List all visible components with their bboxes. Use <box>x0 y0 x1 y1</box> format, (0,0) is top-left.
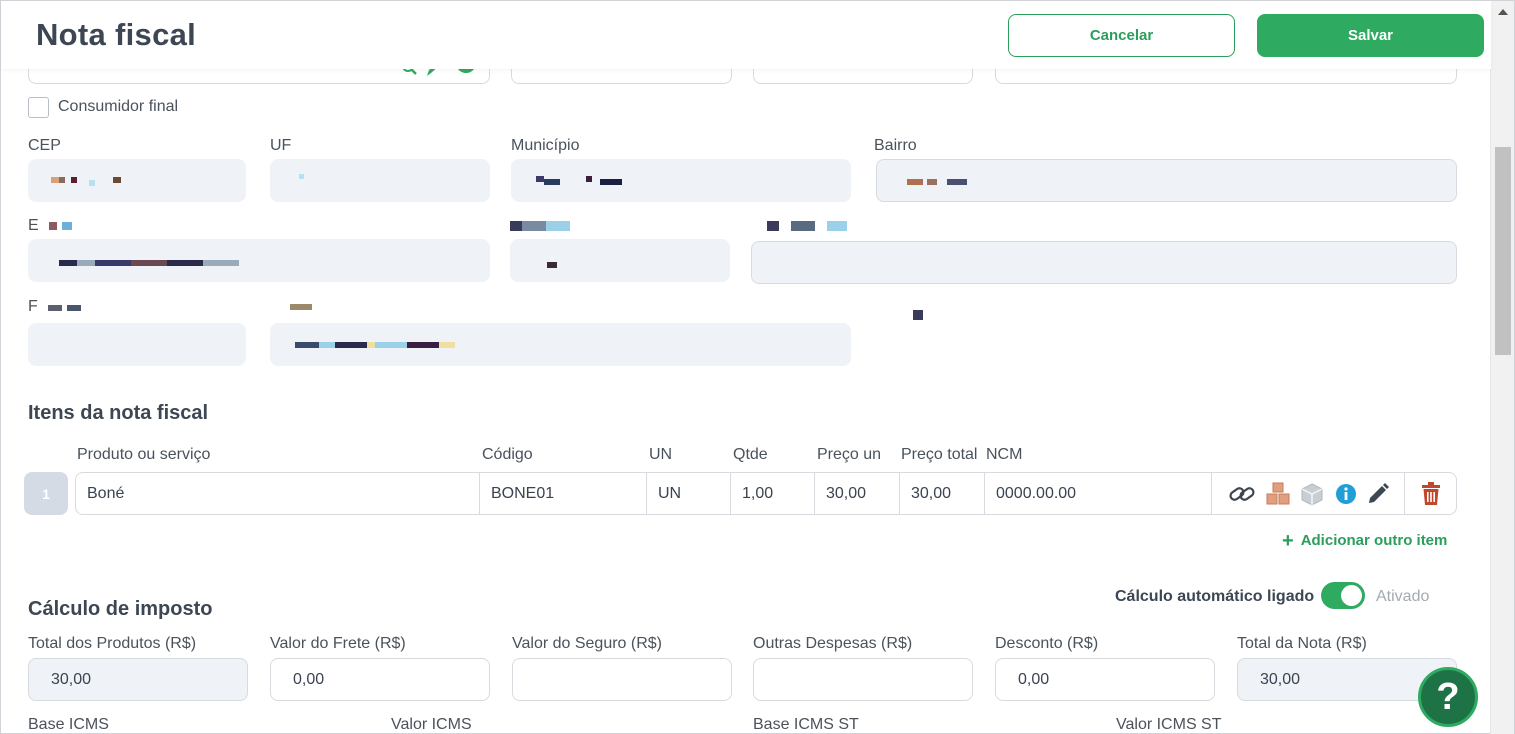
item-un-field[interactable]: UN <box>647 473 731 514</box>
valor-seguro-field[interactable] <box>512 658 732 701</box>
desconto-label: Desconto (R$) <box>995 635 1099 652</box>
tax-section-title: Cálculo de imposto <box>28 598 213 620</box>
complemento-field[interactable] <box>751 241 1457 284</box>
outras-despesas-field[interactable] <box>753 658 973 701</box>
cep-field[interactable] <box>28 159 246 202</box>
phone-label-initial: F <box>28 298 38 315</box>
item-qtde-field[interactable]: 1,00 <box>731 473 815 514</box>
pencil-icon[interactable] <box>1365 481 1391 507</box>
cep-label: CEP <box>28 137 61 154</box>
outras-despesas-label: Outras Despesas (R$) <box>753 635 913 652</box>
page-header: Nota fiscal Cancelar Salvar <box>1 1 1491 69</box>
add-item-button[interactable]: + Adicionar outro item <box>1282 529 1448 552</box>
base-icms-label: Base ICMS <box>28 716 109 733</box>
municipio-label: Município <box>511 137 580 154</box>
valor-frete-label: Valor do Frete (R$) <box>270 635 406 652</box>
column-header-produto: Produto ou serviço <box>77 446 211 463</box>
total-produtos-field: 30,00 <box>28 658 248 701</box>
column-header-preco-un: Preço un <box>817 446 882 463</box>
items-section-title: Itens da nota fiscal <box>28 402 209 424</box>
scroll-thumb[interactable] <box>1495 147 1511 355</box>
item-row: Boné BONE01 UN 1,00 30,00 30,00 0000.00.… <box>75 472 1457 515</box>
page-title: Nota fiscal <box>36 17 197 52</box>
column-header-qtde: Qtde <box>733 446 768 463</box>
valor-seguro-label: Valor do Seguro (R$) <box>512 635 662 652</box>
consumidor-final-label: Consumidor final <box>58 98 179 115</box>
info-icon[interactable] <box>1333 481 1359 507</box>
address-label-initial: E <box>28 217 39 234</box>
desconto-field[interactable]: 0,00 <box>995 658 1215 701</box>
boxes-icon[interactable] <box>1265 481 1291 507</box>
valor-frete-field[interactable]: 0,00 <box>270 658 490 701</box>
obscured-label <box>510 221 570 231</box>
phone-label: F <box>28 298 81 316</box>
endereco-field[interactable] <box>28 239 490 282</box>
scroll-up-arrow-icon[interactable] <box>1498 9 1508 15</box>
auto-calc-label: Cálculo automático ligado <box>1115 588 1315 605</box>
plus-icon: + <box>1282 529 1294 552</box>
add-item-label: Adicionar outro item <box>1300 532 1448 549</box>
auto-calc-toggle[interactable] <box>1321 582 1365 609</box>
cancel-button[interactable]: Cancelar <box>1008 14 1235 57</box>
toggle-knob <box>1341 585 1362 606</box>
obscured-mark <box>913 310 923 320</box>
bairro-field[interactable] <box>876 159 1457 202</box>
item-preco-un-field[interactable]: 30,00 <box>815 473 900 514</box>
save-button[interactable]: Salvar <box>1257 14 1484 57</box>
item-preco-total-field[interactable]: 30,00 <box>900 473 985 514</box>
obscured-label <box>767 221 847 231</box>
help-button[interactable]: ? <box>1418 667 1478 727</box>
obscured-label <box>290 304 312 310</box>
item-number-badge: 1 <box>24 472 68 515</box>
trash-icon[interactable] <box>1418 481 1444 507</box>
valor-icms-label: Valor ICMS <box>391 716 472 733</box>
column-header-un: UN <box>649 446 673 463</box>
item-ncm-field[interactable]: 0000.00.00 <box>985 473 1212 514</box>
vertical-scrollbar[interactable] <box>1490 1 1514 734</box>
consumidor-final-checkbox[interactable] <box>28 97 49 118</box>
base-icms-st-label: Base ICMS ST <box>753 716 859 733</box>
column-header-preco-total: Preço total <box>901 446 978 463</box>
municipio-field[interactable] <box>511 159 851 202</box>
address-label: E <box>28 217 72 235</box>
column-header-codigo: Código <box>482 446 533 463</box>
box-icon[interactable] <box>1299 481 1325 507</box>
valor-icms-st-label: Valor ICMS ST <box>1116 716 1222 733</box>
link-icon[interactable] <box>1229 481 1255 507</box>
column-header-ncm: NCM <box>986 446 1023 463</box>
item-codigo-field[interactable]: BONE01 <box>480 473 647 514</box>
total-produtos-label: Total dos Produtos (R$) <box>28 635 197 652</box>
bairro-label: Bairro <box>874 137 917 154</box>
item-produto-field[interactable]: Boné <box>76 473 480 514</box>
uf-label: UF <box>270 137 292 154</box>
telefone-field[interactable] <box>28 323 246 366</box>
numero-field[interactable] <box>510 239 730 282</box>
email-field[interactable] <box>270 323 851 366</box>
total-nota-label: Total da Nota (R$) <box>1237 635 1367 652</box>
auto-calc-status: Ativado <box>1376 588 1430 605</box>
row-divider <box>1404 473 1405 514</box>
uf-field[interactable] <box>270 159 490 202</box>
